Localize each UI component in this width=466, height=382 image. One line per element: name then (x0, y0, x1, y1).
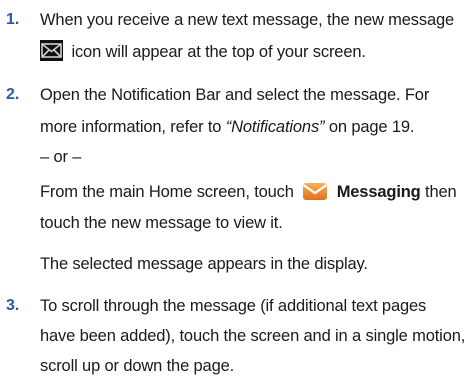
notifications-reference-link[interactable]: “Notifications” (226, 118, 325, 136)
step-text: more information, refer to (40, 118, 222, 136)
messaging-app-icon (302, 180, 328, 202)
new-message-envelope-icon (40, 40, 63, 61)
step-text-line: scroll up or down the page. (40, 357, 235, 375)
or-separator: – or – (40, 148, 82, 166)
step-text: on page 19. (328, 118, 415, 136)
messaging-label: Messaging (336, 183, 421, 201)
step-number: 2. (6, 86, 20, 103)
step-text-line: When you receive a new text message, the… (40, 11, 455, 29)
step-text-line: From the main Home screen, touch Messagi… (40, 176, 457, 208)
step-number: 3. (6, 297, 20, 314)
step-text-line: Open the Notification Bar and select the… (40, 86, 430, 104)
step-text-line: touch the new message to view it. (40, 214, 283, 232)
step-text: then (425, 183, 457, 201)
step-text-line: To scroll through the message (if additi… (40, 297, 427, 315)
result-text: The selected message appears in the disp… (40, 255, 368, 273)
step-text: icon will appear at the top of your scre… (71, 43, 366, 61)
step-text-line: icon will appear at the top of your scre… (40, 36, 366, 68)
step-text: From the main Home screen, touch (40, 183, 294, 201)
step-text-line: more information, refer to “Notification… (40, 111, 415, 143)
step-text-line: have been added), touch the screen and i… (40, 327, 466, 345)
step-number: 1. (6, 11, 20, 28)
instruction-page: 1. When you receive a new text message, … (0, 0, 466, 375)
